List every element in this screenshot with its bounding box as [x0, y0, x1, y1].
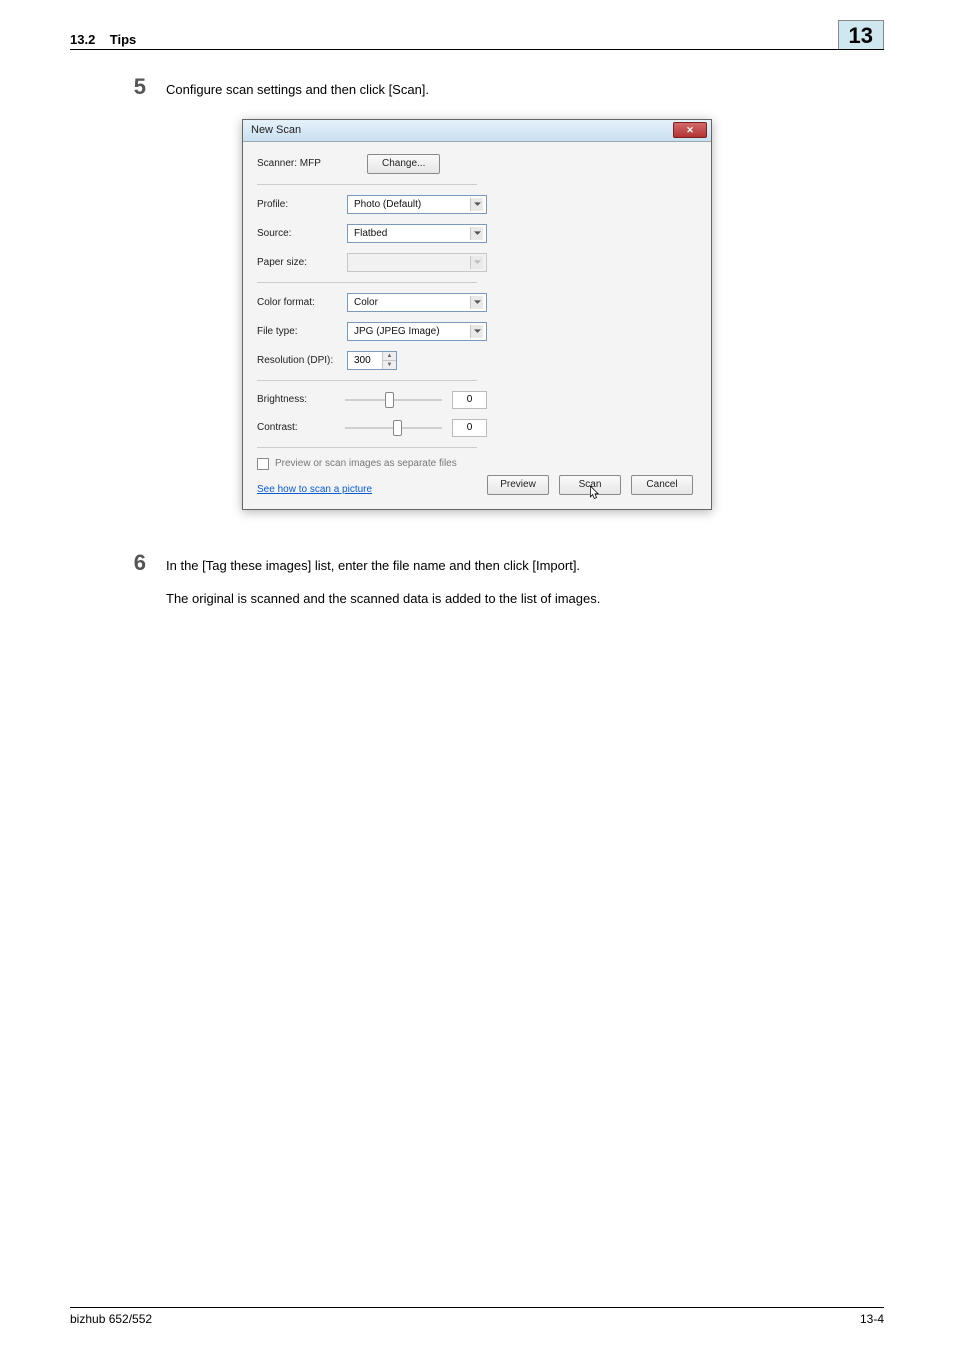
change-scanner-button[interactable]: Change... [367, 154, 440, 174]
file-type-select[interactable]: JPG (JPEG Image) [347, 322, 487, 341]
contrast-label: Contrast: [257, 422, 345, 433]
slider-thumb[interactable] [385, 392, 394, 408]
scanner-label: Scanner: MFP [257, 158, 347, 169]
resolution-spinner[interactable]: 300 ▲ ▼ [347, 351, 397, 370]
cursor-icon [590, 486, 600, 500]
close-button[interactable]: ✕ [673, 122, 707, 138]
paper-size-select [347, 253, 487, 272]
step-6-line1: In the [Tag these images] list, enter th… [166, 556, 884, 577]
page-header: 13.2 Tips 13 [70, 20, 884, 50]
resolution-label: Resolution (DPI): [257, 355, 347, 366]
step-6-line2: The original is scanned and the scanned … [166, 589, 884, 610]
source-select[interactable]: Flatbed [347, 224, 487, 243]
profile-select[interactable]: Photo (Default) [347, 195, 487, 214]
slider-thumb[interactable] [393, 420, 402, 436]
chevron-down-icon [470, 227, 483, 240]
step-6: 6 In the [Tag these images] list, enter … [70, 550, 884, 610]
separate-files-checkbox[interactable] [257, 458, 269, 470]
source-value: Flatbed [354, 228, 387, 239]
chevron-down-icon [470, 198, 483, 211]
color-format-select[interactable]: Color [347, 293, 487, 312]
chevron-down-icon [470, 325, 483, 338]
contrast-slider[interactable] [345, 427, 442, 429]
footer-model: bizhub 652/552 [70, 1312, 152, 1326]
brightness-value: 0 [452, 391, 487, 409]
section-number: 13.2 [70, 32, 95, 47]
section-heading: 13.2 Tips [70, 32, 136, 47]
page-footer: bizhub 652/552 13-4 [70, 1307, 884, 1326]
file-type-label: File type: [257, 326, 347, 337]
chapter-number-box: 13 [838, 20, 884, 49]
footer-page-number: 13-4 [860, 1312, 884, 1326]
new-scan-dialog: New Scan ✕ Scanner: MFP Change... Profil… [242, 119, 712, 510]
paper-size-label: Paper size: [257, 257, 347, 268]
source-label: Source: [257, 228, 347, 239]
step-5: 5 Configure scan settings and then click… [70, 74, 884, 101]
spinner-up-icon[interactable]: ▲ [383, 352, 396, 361]
cancel-button[interactable]: Cancel [631, 475, 693, 495]
step-6-number: 6 [110, 550, 146, 576]
chevron-down-icon [470, 296, 483, 309]
spinner-down-icon[interactable]: ▼ [383, 361, 396, 369]
scan-button[interactable]: Scan [559, 475, 621, 495]
color-format-value: Color [354, 297, 378, 308]
help-link[interactable]: See how to scan a picture [257, 484, 372, 495]
profile-value: Photo (Default) [354, 199, 421, 210]
close-icon: ✕ [686, 125, 694, 136]
brightness-slider[interactable] [345, 399, 442, 401]
brightness-label: Brightness: [257, 394, 345, 405]
step-5-number: 5 [110, 74, 146, 100]
profile-label: Profile: [257, 199, 347, 210]
chevron-down-icon [470, 256, 483, 269]
separate-files-label: Preview or scan images as separate files [275, 458, 457, 469]
file-type-value: JPG (JPEG Image) [354, 326, 440, 337]
section-title: Tips [110, 32, 137, 47]
resolution-value: 300 [354, 355, 371, 366]
contrast-value: 0 [452, 419, 487, 437]
dialog-title-bar[interactable]: New Scan ✕ [243, 120, 711, 142]
color-format-label: Color format: [257, 297, 347, 308]
preview-button[interactable]: Preview [487, 475, 549, 495]
dialog-title: New Scan [251, 124, 301, 136]
step-5-text: Configure scan settings and then click [… [166, 80, 884, 101]
